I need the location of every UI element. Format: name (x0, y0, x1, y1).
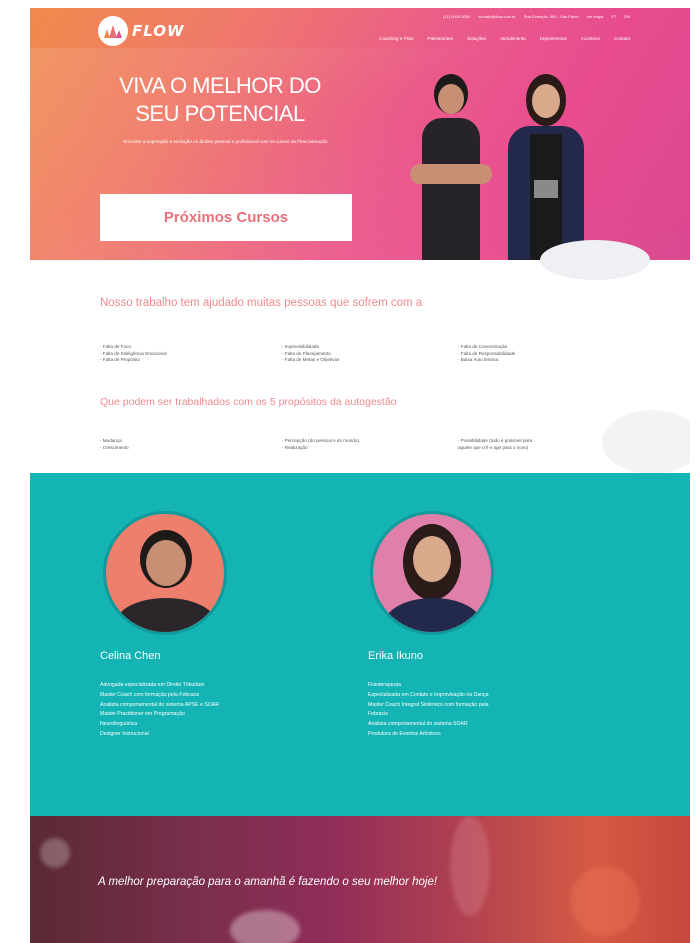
team-name-celina: Celina Chen (100, 650, 161, 662)
bio-line: Master Practitioner em Programação (100, 711, 185, 718)
bio-line: Advogada especializada em Direito Tribut… (100, 682, 205, 688)
avatar-erika (370, 511, 494, 635)
logo-icon (98, 16, 128, 46)
contact-bar: (11) 0000-0000 contato@flow.com.br Rua E… (443, 14, 630, 19)
list-item: - Falta de Metas e Objetivos (282, 357, 340, 362)
hero-photo-celina (402, 68, 498, 260)
bio-line: Febracis (368, 711, 388, 718)
nav-item-palestrantes[interactable]: Palestrantes (427, 36, 453, 41)
light-bokeh (570, 866, 640, 936)
problems-list-col1: - Falta de Foco - Falta de Inteligência … (100, 344, 167, 364)
email-text[interactable]: contato@flow.com.br (478, 14, 515, 19)
bio-line: Master Coach com formação pela Febracis (100, 691, 200, 698)
team-bio-celina: Advogada especializada em Direito Tribut… (100, 681, 219, 740)
purposes-heading: Que podem ser trabalhados com os 5 propó… (100, 396, 397, 408)
language-pt[interactable]: PT (611, 14, 616, 19)
bio-line: Analista comportamental do sistema APSE … (100, 701, 220, 708)
team-name-erika: Erika Ikuno (368, 650, 424, 662)
purposes-list-col2: - Percepção (do pessoal e do mundo), - R… (282, 438, 360, 451)
problems-list-col3: - Falta de Concentração - Falta de Respo… (458, 344, 515, 364)
list-item: - Falta de Concentração (458, 344, 508, 349)
list-item: - Realização (282, 444, 308, 450)
logo-text: FLOW (132, 22, 185, 40)
problems-heading: Nosso trabalho tem ajudado muitas pessoa… (100, 297, 423, 309)
decorative-circle (540, 240, 650, 280)
top-bar: FLOW (11) 0000-0000 contato@flow.com.br … (30, 8, 690, 52)
quote-text: A melhor preparação para o amanhã é faze… (98, 876, 438, 888)
nav-item-depoimentos[interactable]: Depoimentos (540, 36, 567, 41)
problems-section: Nosso trabalho tem ajudado muitas pessoa… (30, 240, 690, 474)
nav-item-contato[interactable]: Contato (614, 36, 630, 41)
hero-subtitle: Encontre a superação e evolução no âmbit… (123, 139, 329, 144)
hero-section: FLOW (11) 0000-0000 contato@flow.com.br … (30, 8, 690, 260)
language-en[interactable]: EN (624, 14, 630, 19)
next-courses-button[interactable]: Próximos Cursos (100, 194, 352, 241)
decorative-circle (602, 410, 690, 474)
light-bokeh (230, 910, 300, 943)
purposes-list-col1: - Mudança - Crescimento (100, 438, 129, 451)
logo[interactable]: FLOW (98, 16, 185, 46)
address-text: Rua Exemplo, 000 - Sao Paulo (523, 14, 579, 19)
nav-item-solucoes[interactable]: Soluções (467, 36, 486, 41)
bio-line: Neurolinguística (100, 721, 138, 728)
bio-line: Especializada em Contato e Improvisação … (368, 691, 489, 698)
light-bokeh (450, 816, 490, 916)
team-bio-erika: Fisioterapeuta Especializada em Contato … (368, 681, 489, 740)
light-bokeh (40, 838, 70, 868)
list-item: - Crescimento (100, 444, 129, 450)
nav-item-acontece[interactable]: Acontece (581, 36, 600, 41)
bio-line: Produtora de Eventos Artísticos (368, 730, 441, 737)
nav-item-atendimento[interactable]: Atendimento (500, 36, 526, 41)
purposes-list-col3: - Possibilidade (tudo é possível para aq… (458, 438, 532, 451)
list-item: aquele que crê e age para o novo) (458, 444, 529, 450)
avatar-celina (103, 511, 227, 635)
phone-text[interactable]: (11) 0000-0000 (443, 14, 470, 19)
list-item: - Falta de Propósito (100, 357, 141, 362)
problems-list-col2: - Imprevisibilidade - Falta de Planejame… (282, 344, 339, 364)
hero-title: VIVA O MELHOR DO SEU POTENCIAL (119, 73, 321, 126)
team-section: Celina Chen Advogada especializada em Di… (30, 473, 690, 816)
nav-item-coaching[interactable]: Coaching e Flow (379, 36, 413, 41)
hero-photo-erika (490, 72, 600, 260)
quote-banner: A melhor preparação para o amanhã é faze… (30, 816, 690, 943)
bio-line: Master Coach Integral Sistêmico com form… (368, 701, 489, 708)
landing-page: FLOW (11) 0000-0000 contato@flow.com.br … (30, 8, 690, 943)
main-nav: Coaching e Flow Palestrantes Soluções At… (379, 36, 630, 41)
list-item: - Baixa Auto Estima (458, 357, 499, 362)
bio-line: Designer Instrucional (100, 730, 149, 737)
logo-figures-icon (104, 25, 122, 38)
bio-line: Analista comportamental do sistema SOAR (368, 721, 468, 728)
list-item: - Possibilidade (tudo é possível para (458, 438, 533, 443)
list-item: - Percepção (do pessoal e do mundo), (282, 438, 361, 443)
map-link[interactable]: ver mapa (587, 14, 604, 19)
bio-line: Fisioterapeuta (368, 682, 401, 688)
